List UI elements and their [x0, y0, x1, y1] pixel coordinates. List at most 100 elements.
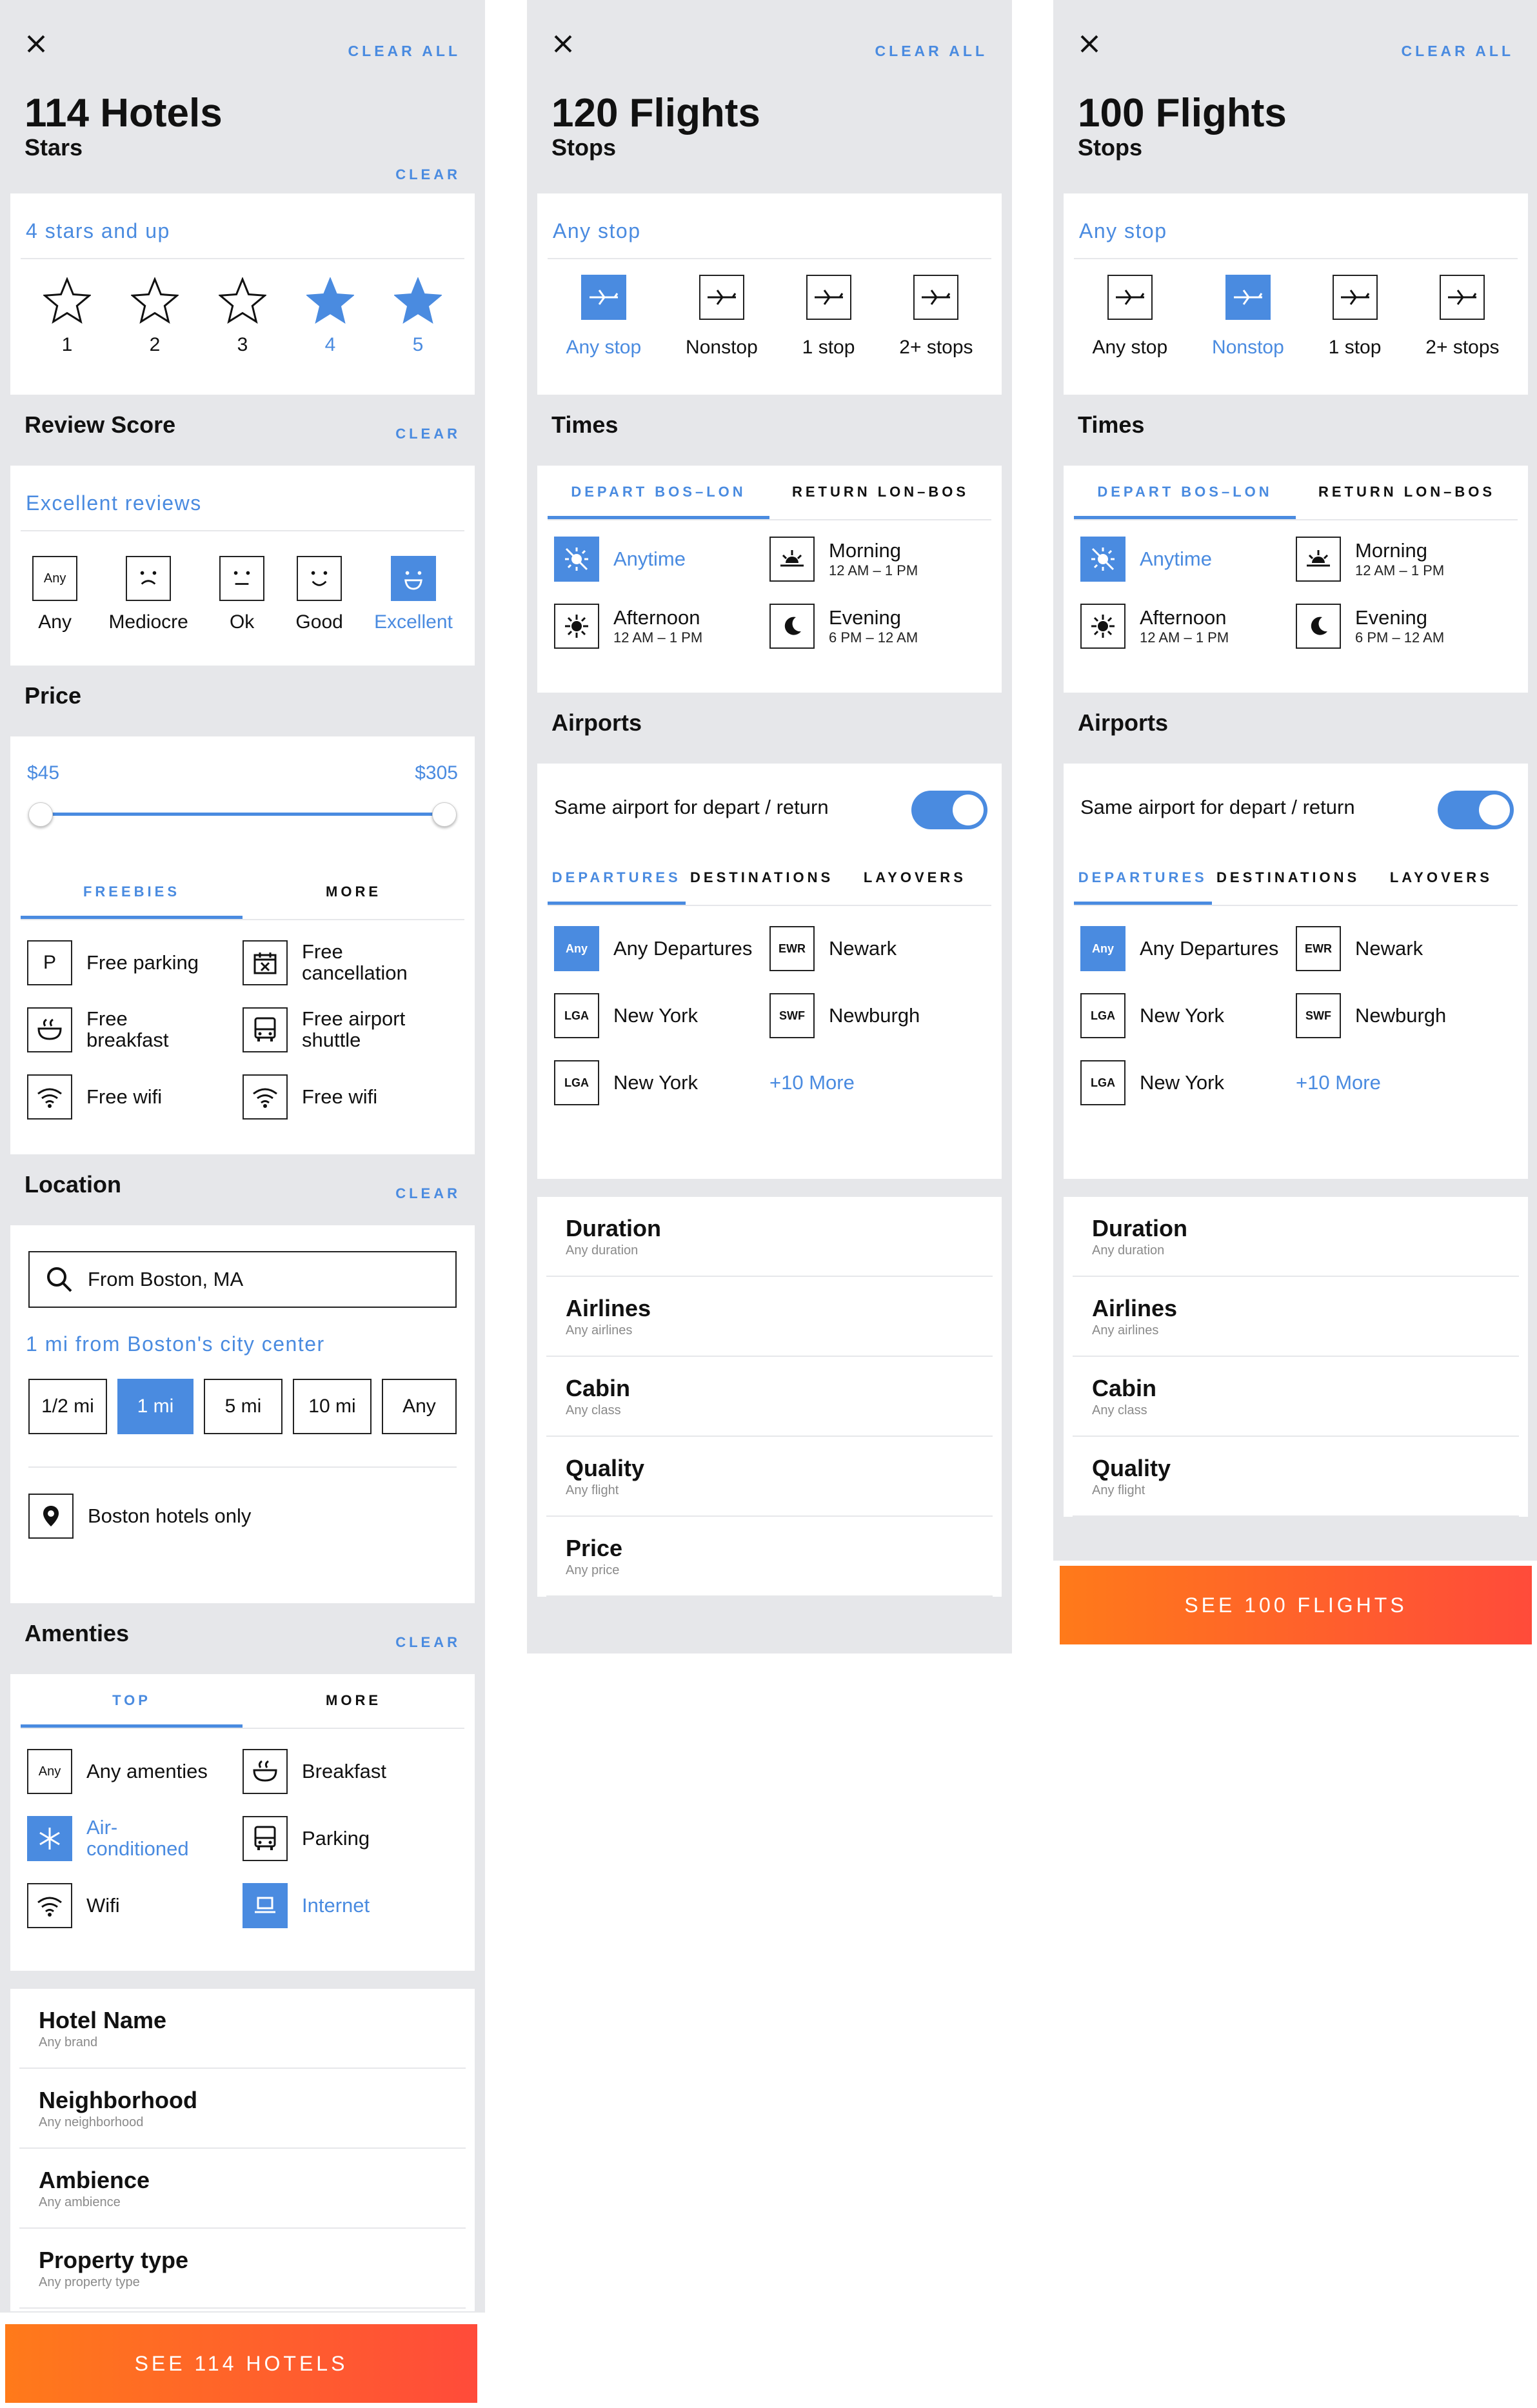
- option-item[interactable]: Free wifi: [27, 1063, 243, 1130]
- filter-row[interactable]: Ambience Any ambience: [19, 2149, 466, 2229]
- filter-row[interactable]: Hotel Name Any brand: [19, 1989, 466, 2069]
- time-option[interactable]: Anytime: [1080, 526, 1296, 593]
- tab-departures[interactable]: DEPARTURES: [548, 851, 686, 905]
- tab-freebies[interactable]: FREEBIES: [21, 865, 243, 919]
- filter-row[interactable]: Price Any price: [546, 1517, 993, 1597]
- close-icon[interactable]: [25, 32, 48, 55]
- airport-option[interactable]: Any Any Departures: [1080, 915, 1296, 982]
- clear-all-button[interactable]: CLEAR ALL: [875, 43, 987, 60]
- option-item[interactable]: Free wifi: [243, 1063, 458, 1130]
- time-option[interactable]: Morning 12 AM – 1 PM: [1296, 526, 1511, 593]
- star-option[interactable]: 2: [130, 276, 180, 356]
- filter-row[interactable]: Airlines Any airlines: [546, 1277, 993, 1357]
- star-option[interactable]: 3: [217, 276, 268, 356]
- tab-layovers[interactable]: LAYOVERS: [1365, 851, 1518, 905]
- boston-only-option[interactable]: Boston hotels only: [28, 1494, 251, 1539]
- option-item[interactable]: Air-conditioned: [27, 1805, 243, 1872]
- filter-row[interactable]: Duration Any duration: [1073, 1197, 1519, 1277]
- star-option[interactable]: 1: [42, 276, 92, 356]
- clear-all-button[interactable]: CLEAR ALL: [348, 43, 461, 60]
- time-option[interactable]: Evening 6 PM – 12 AM: [769, 593, 985, 660]
- option-item[interactable]: Free breakfast: [27, 996, 243, 1063]
- stop-option[interactable]: Nonstop: [1212, 275, 1284, 359]
- tab-destinations[interactable]: DESTINATIONS: [1212, 851, 1365, 905]
- price-slider[interactable]: $45 $305: [10, 736, 475, 865]
- review-option[interactable]: Ok: [219, 556, 265, 633]
- review-option[interactable]: Any Any: [32, 556, 78, 633]
- review-option[interactable]: Mediocre: [108, 556, 188, 633]
- stop-option[interactable]: Any stop: [1092, 275, 1167, 359]
- airport-option[interactable]: SWF Newburgh: [769, 982, 985, 1049]
- price-min-handle[interactable]: [28, 802, 53, 827]
- stop-option[interactable]: Nonstop: [686, 275, 758, 359]
- airport-option[interactable]: EWR Newark: [1296, 915, 1511, 982]
- airport-option[interactable]: EWR Newark: [769, 915, 985, 982]
- airport-option[interactable]: LGA New York: [1080, 1049, 1296, 1116]
- clear-amenities-button[interactable]: CLEAR: [395, 1634, 461, 1651]
- tab-more[interactable]: MORE: [243, 1674, 464, 1728]
- distance-chip[interactable]: Any: [381, 1379, 457, 1434]
- distance-chip[interactable]: 10 mi: [292, 1379, 372, 1434]
- clear-review-button[interactable]: CLEAR: [395, 426, 461, 442]
- review-option[interactable]: Good: [295, 556, 343, 633]
- time-option[interactable]: Evening 6 PM – 12 AM: [1296, 593, 1511, 660]
- tab-return[interactable]: RETURN LON–BOS: [769, 466, 991, 519]
- time-option[interactable]: Afternoon 12 AM – 1 PM: [1080, 593, 1296, 660]
- review-option[interactable]: Excellent: [374, 556, 453, 633]
- option-item[interactable]: Free airport shuttle: [243, 996, 458, 1063]
- clear-location-button[interactable]: CLEAR: [395, 1185, 461, 1202]
- tab-top[interactable]: TOP: [21, 1674, 243, 1728]
- tab-return[interactable]: RETURN LON–BOS: [1296, 466, 1518, 519]
- filter-row[interactable]: Airlines Any airlines: [1073, 1277, 1519, 1357]
- stop-option[interactable]: Any stop: [566, 275, 641, 359]
- same-airport-toggle[interactable]: [1438, 791, 1514, 829]
- see-hotels-button[interactable]: SEE 114 HOTELS: [5, 2324, 477, 2403]
- distance-chip[interactable]: 1 mi: [117, 1379, 193, 1434]
- more-airports-link[interactable]: +10 More: [769, 1049, 985, 1116]
- tab-layovers[interactable]: LAYOVERS: [838, 851, 991, 905]
- option-item[interactable]: Breakfast: [243, 1738, 458, 1805]
- close-icon[interactable]: [551, 32, 575, 55]
- filter-row[interactable]: Quality Any flight: [1073, 1437, 1519, 1517]
- tab-depart[interactable]: DEPART BOS–LON: [1074, 466, 1296, 519]
- airport-option[interactable]: Any Any Departures: [554, 915, 769, 982]
- option-item[interactable]: Wifi: [27, 1872, 243, 1939]
- stop-option[interactable]: 1 stop: [1329, 275, 1381, 359]
- more-airports-link[interactable]: +10 More: [1296, 1049, 1511, 1116]
- tab-depart[interactable]: DEPART BOS–LON: [548, 466, 769, 519]
- stop-option[interactable]: 2+ stops: [1425, 275, 1500, 359]
- search-input[interactable]: From Boston, MA: [28, 1251, 457, 1308]
- option-item[interactable]: P Free parking: [27, 929, 243, 996]
- time-option[interactable]: Anytime: [554, 526, 769, 593]
- airport-option[interactable]: LGA New York: [554, 982, 769, 1049]
- star-option[interactable]: 5: [393, 276, 443, 356]
- filter-row[interactable]: Neighborhood Any neighborhood: [19, 2069, 466, 2149]
- option-item[interactable]: Any Any amenties: [27, 1738, 243, 1805]
- close-icon[interactable]: [1078, 32, 1101, 55]
- star-option[interactable]: 4: [305, 276, 355, 356]
- stop-option[interactable]: 1 stop: [802, 275, 855, 359]
- same-airport-toggle[interactable]: [911, 791, 987, 829]
- airport-option[interactable]: LGA New York: [554, 1049, 769, 1116]
- clear-stars-button[interactable]: CLEAR: [395, 166, 461, 183]
- tab-destinations[interactable]: DESTINATIONS: [686, 851, 838, 905]
- option-item[interactable]: Free cancellation: [243, 929, 458, 996]
- airport-option[interactable]: LGA New York: [1080, 982, 1296, 1049]
- distance-chip[interactable]: 5 mi: [204, 1379, 283, 1434]
- stop-option[interactable]: 2+ stops: [899, 275, 973, 359]
- clear-all-button[interactable]: CLEAR ALL: [1402, 43, 1514, 60]
- time-option[interactable]: Afternoon 12 AM – 1 PM: [554, 593, 769, 660]
- filter-row[interactable]: Property type Any property type: [19, 2229, 466, 2309]
- filter-row[interactable]: Cabin Any class: [546, 1357, 993, 1437]
- price-max-handle[interactable]: [432, 802, 457, 827]
- filter-row[interactable]: Quality Any flight: [546, 1437, 993, 1517]
- filter-row[interactable]: Duration Any duration: [546, 1197, 993, 1277]
- time-option[interactable]: Morning 12 AM – 1 PM: [769, 526, 985, 593]
- option-item[interactable]: Parking: [243, 1805, 458, 1872]
- tab-departures[interactable]: DEPARTURES: [1074, 851, 1212, 905]
- airport-option[interactable]: SWF Newburgh: [1296, 982, 1511, 1049]
- see-flights-button[interactable]: SEE 100 FLIGHTS: [1060, 1566, 1532, 1644]
- tab-more[interactable]: MORE: [243, 865, 464, 919]
- filter-row[interactable]: Cabin Any class: [1073, 1357, 1519, 1437]
- option-item[interactable]: Internet: [243, 1872, 458, 1939]
